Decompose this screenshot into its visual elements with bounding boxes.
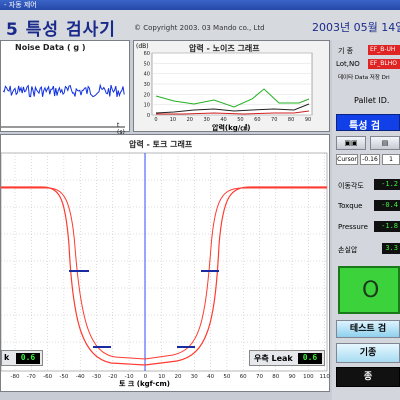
pressure-value: -1.8 bbox=[374, 221, 400, 232]
pt-x-tick-label: 30 bbox=[191, 374, 198, 380]
cursor-row: Cursor -0.16 1 bbox=[336, 154, 400, 166]
pt-x-tick-label: -50 bbox=[59, 374, 68, 380]
pt-x-tick-label: 70 bbox=[256, 374, 263, 380]
pallet-label: Pallet ID. bbox=[354, 96, 390, 105]
pt-x-tick-label: -20 bbox=[108, 374, 117, 380]
pressure-noise-chart: 6050403020100 0 10 20 30 40 50 60 70 80 90 bbox=[144, 51, 313, 123]
pn-x-tick-label: 90 bbox=[305, 117, 311, 123]
noise-data-panel: Noise Data ( g ) t (s) bbox=[0, 40, 130, 136]
cursor-value-2: 1 bbox=[382, 154, 400, 165]
pn-y-tick-label: 30 bbox=[144, 82, 150, 88]
mode-display: 특성 검 bbox=[336, 114, 400, 132]
pn-y-tick-label: 40 bbox=[144, 72, 150, 78]
pressure-label: Pressure bbox=[338, 223, 368, 231]
app-header: 5 특성 검사기 © Copyright 2003. 03 Mando co.,… bbox=[0, 10, 400, 40]
cursor-label: Cursor bbox=[336, 154, 358, 165]
gijong-value: EF_B-UH bbox=[368, 45, 400, 55]
result-status-text: O bbox=[362, 278, 380, 303]
pt-x-tick-label: -80 bbox=[11, 374, 20, 380]
copyright-text: © Copyright 2003. 03 Mando co., Ltd bbox=[134, 24, 265, 32]
window-title: - 자동 제어 bbox=[4, 1, 37, 9]
angle-value: -1.2 bbox=[374, 179, 400, 190]
pt-x-tick-label: 80 bbox=[272, 374, 279, 380]
noise-panel-title: Noise Data ( g ) bbox=[15, 43, 86, 52]
pt-x-tick-label: 50 bbox=[223, 374, 230, 380]
pt-x-tick-label: 100 bbox=[303, 374, 314, 380]
torque-value: -0.4 bbox=[374, 200, 400, 211]
pn-x-tick-label: 20 bbox=[187, 117, 193, 123]
right-leak-box: 우측 Leak 0.6 bbox=[249, 350, 325, 366]
test-button[interactable]: 테스트 검 bbox=[336, 320, 400, 338]
lot-value: EF_BLHO bbox=[368, 59, 400, 69]
noise-chart bbox=[1, 83, 125, 128]
pt-x-tick-label: -70 bbox=[27, 374, 36, 380]
torque-label: Toxque bbox=[338, 202, 363, 210]
pn-x-tick-label: 30 bbox=[203, 117, 209, 123]
save-note: 데이타 Data 저장 Dri bbox=[338, 75, 390, 81]
window-titlebar: - 자동 제어 bbox=[0, 0, 400, 10]
pt-x-tick-label: -60 bbox=[43, 374, 52, 380]
pn-x-tick-label: 10 bbox=[170, 117, 176, 123]
pn-y-tick-label: 60 bbox=[144, 51, 150, 57]
pn-y-tick-label: 20 bbox=[144, 92, 150, 98]
pt-x-tick-label: 90 bbox=[289, 374, 296, 380]
side-control-panel: 기 종 EF_B-UH Lot,NO EF_BLHO 데이타 Data 저장 D… bbox=[332, 40, 400, 400]
pt-x-tick-label: -30 bbox=[92, 374, 101, 380]
graph-option-button[interactable]: ▤ bbox=[370, 136, 400, 150]
gijong-label: 기 종 bbox=[338, 47, 354, 55]
left-leak-label: k bbox=[4, 353, 10, 362]
pn-x-tick-label: 60 bbox=[254, 117, 260, 123]
pn-y-tick-label: 50 bbox=[144, 61, 150, 67]
pressure-noise-x-label: 압력(kg/㎠) bbox=[212, 124, 251, 132]
pn-x-tick-label: 80 bbox=[288, 117, 294, 123]
pt-x-tick-label: 20 bbox=[175, 374, 182, 380]
pn-x-tick-label: 70 bbox=[271, 117, 277, 123]
right-leak-value: 0.6 bbox=[298, 353, 322, 364]
date-display: 2003년 05월 14일 bbox=[312, 21, 400, 34]
noise-series-line bbox=[2, 83, 125, 98]
pt-x-tick-label: -40 bbox=[76, 374, 85, 380]
graph-toggle-button[interactable]: ▣▣ bbox=[336, 136, 366, 150]
lot-label: Lot,NO bbox=[336, 60, 360, 68]
loss-pressure-label: 손실압 bbox=[338, 246, 358, 254]
pn-y-tick-label: 10 bbox=[144, 103, 150, 109]
pt-x-tick-label: 110 bbox=[319, 374, 330, 380]
torque-x-label: 토 크 (kgf·cm) bbox=[119, 380, 170, 388]
mode-display-text: 특성 검 bbox=[349, 121, 381, 132]
cursor-value: -0.16 bbox=[360, 154, 380, 165]
right-leak-label: 우측 Leak bbox=[254, 354, 293, 363]
app-title: 5 특성 검사기 bbox=[6, 20, 116, 40]
base-model-button[interactable]: 기종 bbox=[336, 343, 400, 363]
left-leak-value: 0.6 bbox=[16, 353, 40, 364]
pn-x-tick-label: 0 bbox=[154, 117, 157, 123]
pressure-noise-panel: 압력 - 노이즈 그래프 (dB) 60 50 40 30 20 10 0 0 10 20 30 4… bbox=[133, 40, 330, 132]
pt-x-tick-label: 60 bbox=[240, 374, 247, 380]
left-leak-box: k 0.6 bbox=[1, 350, 43, 366]
angle-label: 이동각도 bbox=[338, 182, 364, 190]
loss-pressure-value: 3.3 bbox=[382, 243, 400, 254]
pn-y-tick-label: 0 bbox=[147, 113, 150, 119]
pt-x-tick-label: 40 bbox=[207, 374, 214, 380]
end-button[interactable]: 종 bbox=[336, 367, 400, 387]
result-status-indicator: O bbox=[338, 266, 400, 314]
pressure-torque-panel: 압력 - 토크 그래프 -80 -70 -60 -50 -40 -30 -20 -10 0 10 2… bbox=[0, 134, 330, 392]
